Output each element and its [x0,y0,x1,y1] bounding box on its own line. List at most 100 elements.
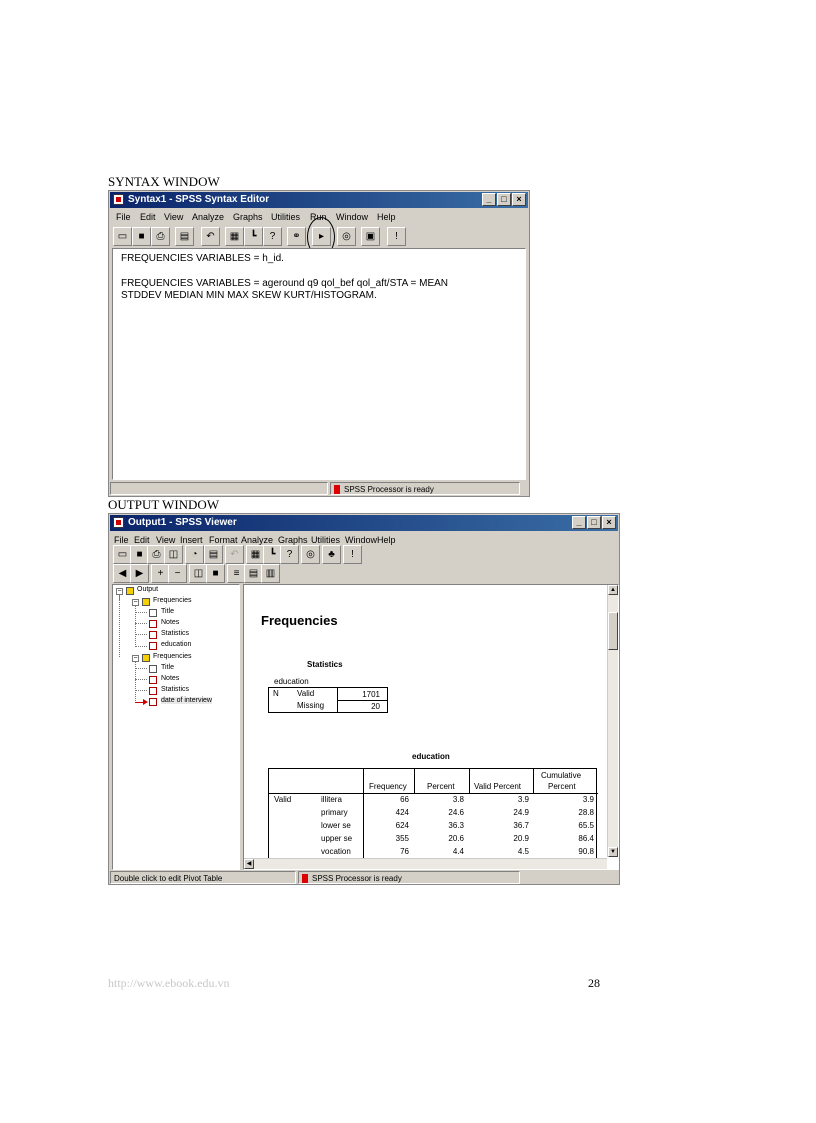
collapse-toggle-icon[interactable]: − [132,655,139,662]
header-percent: Percent [427,782,455,791]
tree-output-root[interactable]: Output [137,586,158,593]
variables-icon[interactable]: ? [263,227,282,246]
menu-file[interactable]: File [116,209,131,225]
syntax-help-icon[interactable]: ! [387,227,406,246]
syntax-text-area[interactable]: FREQUENCIES VARIABLES = h_id. FREQUENCIE… [112,248,526,480]
education-frequency-table[interactable]: Frequency Percent Valid Percent Cumulati… [268,768,598,869]
designate-window-icon[interactable]: ▣ [361,227,380,246]
help-icon[interactable]: ! [343,545,362,564]
minimize-button[interactable]: _ [572,516,586,529]
footer-url[interactable]: http://www.ebook.edu.vn [108,976,230,991]
dialog-recall-icon[interactable]: ▤ [204,545,223,564]
menu-view[interactable]: View [164,209,183,225]
viewer-title-bar[interactable]: Output1 - SPSS Viewer _ □ × [110,515,618,531]
freq-row-cell: 65.5 [578,821,594,830]
menu-window[interactable]: Window [336,209,368,225]
minimize-button[interactable]: _ [482,193,496,206]
goto-chart-icon[interactable]: ┗ [244,227,263,246]
scroll-thumb[interactable] [608,612,618,650]
syntax-window-title: Syntax1 - SPSS Syntax Editor [128,194,270,205]
scroll-up-icon[interactable]: ▲ [608,585,618,595]
tree-title-2[interactable]: Title [161,664,174,671]
goto-data-icon[interactable]: ▦ [225,227,244,246]
undo-icon[interactable]: ↶ [225,545,244,564]
tree-frequencies-1[interactable]: Frequencies [153,597,192,604]
scroll-left-icon[interactable]: ◀ [244,859,254,869]
statistics-table[interactable]: N Valid 1701 Missing 20 [268,687,388,713]
outline-pane[interactable]: − Output − Frequencies Title Notes Stati… [112,584,240,870]
find-icon[interactable]: ⚭ [287,227,306,246]
frequencies-heading: Frequencies [261,613,338,628]
spss-viewer-app-icon [113,517,124,528]
menu-help[interactable]: Help [377,532,396,548]
collapse-icon[interactable]: − [168,564,187,583]
undo-icon[interactable]: ↶ [201,227,220,246]
processor-status-text: SPSS Processor is ready [344,485,434,494]
tree-frequencies-2[interactable]: Frequencies [153,653,192,660]
maximize-button[interactable]: □ [587,516,601,529]
statistics-table-icon [149,687,157,695]
status-processor-panel: SPSS Processor is ready [330,482,520,495]
freq-row-cell: 36.7 [513,821,529,830]
processor-status-icon [302,874,308,884]
header-cumulative: Cumulative [541,771,582,780]
freq-row-cell: 20.9 [513,834,529,843]
menu-analyze[interactable]: Analyze [192,209,224,225]
open-icon[interactable]: ▭ [113,227,132,246]
status-processor-panel: SPSS Processor is ready [298,871,520,884]
date-table-icon [149,698,157,706]
tree-date-of-interview[interactable]: date of interview [161,697,212,704]
freq-row-cell: 28.8 [578,808,594,817]
tree-notes-1[interactable]: Notes [161,619,179,626]
variables-icon[interactable]: ? [280,545,299,564]
dialog-recall-icon[interactable]: ▤ [175,227,194,246]
menu-utilities[interactable]: Utilities [271,209,300,225]
maximize-button[interactable]: □ [497,193,511,206]
hide-icon[interactable]: ■ [206,564,225,583]
syntax-title-bar[interactable]: Syntax1 - SPSS Syntax Editor _ □ × [110,192,528,208]
notes-table-icon [149,620,157,628]
freq-row-cell: 4.4 [452,847,464,856]
output-window-caption: OUTPUT WINDOW [108,497,220,512]
freq-valid-label: Valid [274,795,292,804]
designate-window-icon[interactable]: ♣ [322,545,341,564]
freq-row-cell: 3.9 [582,795,594,804]
menu-graphs[interactable]: Graphs [233,209,263,225]
education-table-title: education [412,752,450,761]
print-preview-icon[interactable]: ◫ [164,545,183,564]
syntax-editor-window: Syntax1 - SPSS Syntax Editor _ □ × File … [108,190,530,497]
collapse-toggle-icon[interactable]: − [132,599,139,606]
tree-notes-2[interactable]: Notes [161,675,179,682]
insert-text-icon[interactable]: ▥ [261,564,280,583]
scroll-down-icon[interactable]: ▼ [608,847,618,857]
freq-row-label: lower se [321,821,351,830]
stats-missing-label: Missing [297,701,325,710]
tree-title-1[interactable]: Title [161,608,174,615]
close-button[interactable]: × [602,516,616,529]
tree-statistics-2[interactable]: Statistics [161,686,189,693]
print-icon[interactable]: ⎙ [151,227,170,246]
export-icon[interactable]: ◔ [185,545,204,564]
freq-row-label: vocation [321,847,351,856]
demote-icon[interactable]: ▶ [130,564,149,583]
freq-row-cell: 86.4 [578,834,594,843]
save-icon[interactable]: ■ [132,227,151,246]
collapse-toggle-icon[interactable]: − [116,588,123,595]
freq-row-cell: 90.8 [578,847,594,856]
tree-statistics-1[interactable]: Statistics [161,630,189,637]
notes-table-icon [149,676,157,684]
close-button[interactable]: × [512,193,526,206]
syntax-status-bar: SPSS Processor is ready [110,482,528,496]
current-item-arrow-icon [143,699,148,705]
content-horizontal-scrollbar[interactable]: ◀ [244,858,607,869]
content-vertical-scrollbar[interactable]: ▲ ▼ [607,585,618,857]
header-cumulative-percent: Percent [548,782,576,791]
tree-education[interactable]: education [161,641,191,648]
freq-row-label: upper se [321,834,353,843]
use-sets-icon[interactable]: ◎ [301,545,320,564]
menu-edit[interactable]: Edit [140,209,156,225]
freq-row-cell: 355 [395,834,409,843]
menu-help[interactable]: Help [377,209,396,225]
content-pane[interactable]: Frequencies Statistics education N Valid… [243,584,619,870]
use-sets-icon[interactable]: ◎ [337,227,356,246]
